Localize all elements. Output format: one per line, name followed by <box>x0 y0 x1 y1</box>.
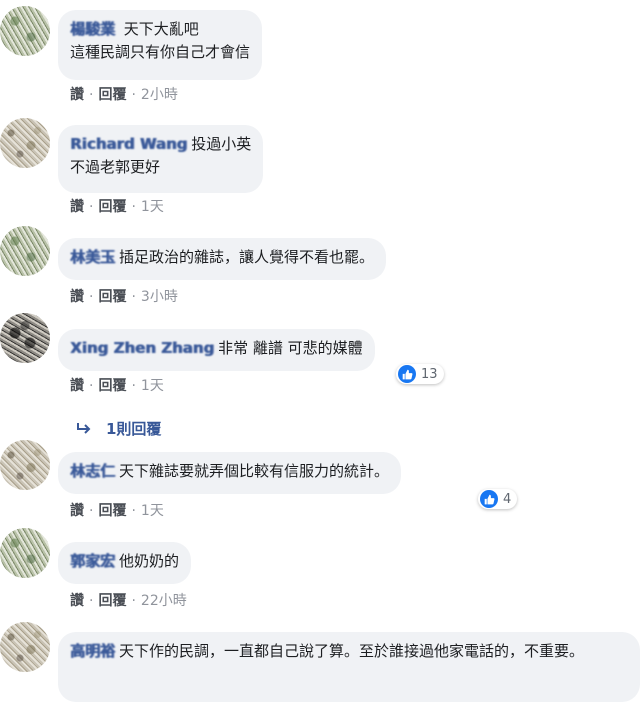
reaction-number: 13 <box>421 366 438 382</box>
comment-bubble: Richard Wang 投過小英 不過老郭更好 <box>58 125 264 193</box>
like-link[interactable]: 讚 <box>70 289 84 305</box>
separator: · <box>89 503 94 519</box>
comment-bubble: 林美玉 插足政治的雜誌，讓人覺得不看也罷。 <box>58 238 387 280</box>
separator: · <box>131 503 136 519</box>
separator: · <box>89 199 94 215</box>
separator: · <box>89 87 94 103</box>
reaction-number: 4 <box>503 491 512 507</box>
reply-link[interactable]: 回覆 <box>98 503 126 519</box>
separator: · <box>131 199 136 215</box>
comment-author[interactable]: 高明裕 <box>70 642 115 660</box>
comment-bubble: Xing Zhen Zhang 非常 離譜 可悲的媒體 <box>58 329 375 371</box>
comment-text: 天下作的民調，一直都自己說了算。至於誰接過他家電話的，不重要。 <box>119 642 585 660</box>
like-link[interactable]: 讚 <box>70 199 84 215</box>
comment-author[interactable]: 林美玉 <box>70 248 115 266</box>
comment-text: 這種民調只有你自己才會信 <box>70 43 251 61</box>
separator: · <box>89 378 94 394</box>
like-link[interactable]: 讚 <box>70 503 84 519</box>
timestamp[interactable]: 1天 <box>141 378 164 394</box>
comment-text: 非常 離譜 可悲的媒體 <box>218 339 363 357</box>
timestamp[interactable]: 2小時 <box>141 87 178 103</box>
comment-actions: 讚 · 回覆 · 1天 <box>70 198 164 216</box>
comment-text: 插足政治的雜誌，讓人覺得不看也罷。 <box>119 248 375 266</box>
reply-link[interactable]: 回覆 <box>98 289 126 305</box>
avatar[interactable] <box>0 226 50 276</box>
comment-author[interactable]: 林志仁 <box>70 462 115 480</box>
like-link[interactable]: 讚 <box>70 87 84 103</box>
reaction-count[interactable]: 13 <box>396 364 444 384</box>
comment-text: 天下大亂吧 <box>123 20 199 38</box>
timestamp[interactable]: 22小時 <box>141 593 187 609</box>
reply-arrow-icon <box>76 422 92 436</box>
separator: · <box>89 289 94 305</box>
comment-actions: 讚 · 回覆 · 1天 <box>70 502 164 520</box>
comment-text: 不過老郭更好 <box>70 158 161 176</box>
avatar[interactable] <box>0 6 50 56</box>
comment-author[interactable]: 郭家宏 <box>70 552 115 570</box>
separator: · <box>89 593 94 609</box>
avatar[interactable] <box>0 118 50 168</box>
comment-bubble: 高明裕 天下作的民調，一直都自己說了算。至於誰接過他家電話的，不重要。 <box>58 632 640 702</box>
timestamp[interactable]: 1天 <box>141 199 164 215</box>
comment-actions: 讚 · 回覆 · 22小時 <box>70 592 187 610</box>
reply-link[interactable]: 回覆 <box>98 593 126 609</box>
comment-bubble: 林志仁 天下雜誌要就弄個比較有信服力的統計。 <box>58 452 402 494</box>
separator: · <box>131 593 136 609</box>
reply-link[interactable]: 回覆 <box>98 378 126 394</box>
avatar[interactable] <box>0 622 50 672</box>
comment-text: 天下雜誌要就弄個比較有信服力的統計。 <box>119 462 390 480</box>
reply-link[interactable]: 回覆 <box>98 199 126 215</box>
separator: · <box>131 87 136 103</box>
comment-actions: 讚 · 回覆 · 2小時 <box>70 86 178 104</box>
like-thumb-icon <box>480 490 498 508</box>
reply-link[interactable]: 回覆 <box>98 87 126 103</box>
like-thumb-icon <box>398 365 416 383</box>
avatar[interactable] <box>0 528 50 578</box>
comment-bubble: 郭家宏 他奶奶的 <box>58 542 192 584</box>
comment-author[interactable]: Richard Wang <box>70 135 187 153</box>
like-link[interactable]: 讚 <box>70 378 84 394</box>
view-replies-link[interactable]: 1則回覆 <box>76 418 161 439</box>
replies-count-label: 1則回覆 <box>106 420 162 438</box>
separator: · <box>131 378 136 394</box>
reaction-count[interactable]: 4 <box>478 489 518 509</box>
comment-author[interactable]: Xing Zhen Zhang <box>70 339 214 357</box>
avatar[interactable] <box>0 313 50 363</box>
avatar[interactable] <box>0 440 50 490</box>
like-link[interactable]: 讚 <box>70 593 84 609</box>
comment-bubble: 楊駿業 天下大亂吧 這種民調只有你自己才會信 <box>58 10 263 80</box>
timestamp[interactable]: 1天 <box>141 503 164 519</box>
comment-text: 投過小英 <box>191 135 252 153</box>
comment-actions: 讚 · 回覆 · 1天 <box>70 377 164 395</box>
timestamp[interactable]: 3小時 <box>141 289 178 305</box>
comment-actions: 讚 · 回覆 · 3小時 <box>70 288 178 306</box>
comment-author[interactable]: 楊駿業 <box>70 20 115 38</box>
comment-text: 他奶奶的 <box>119 552 180 570</box>
separator: · <box>131 289 136 305</box>
